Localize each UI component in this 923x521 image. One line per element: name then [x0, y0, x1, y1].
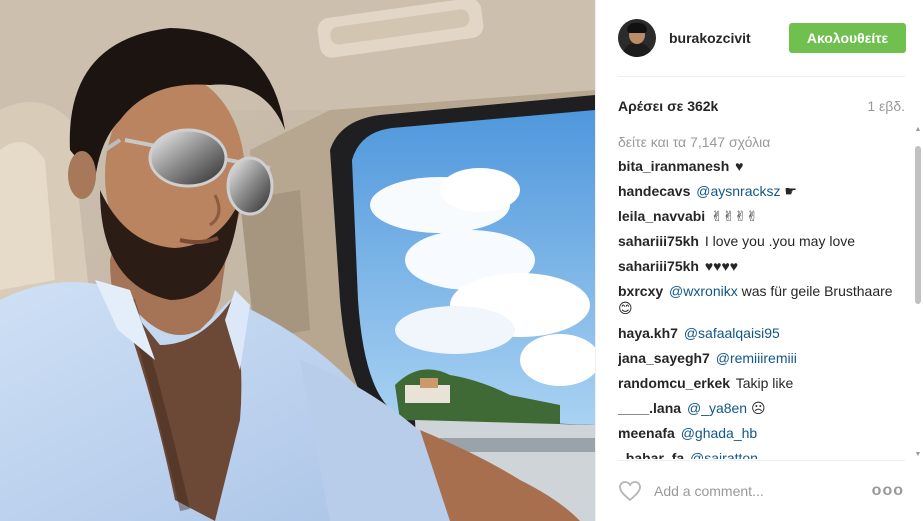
avatar[interactable] [618, 19, 656, 57]
comment-mention-link[interactable]: @_ya8en [687, 400, 747, 416]
avatar-body [623, 43, 651, 57]
comment-username[interactable]: _bahar_fa [618, 450, 684, 459]
scroll-down-arrow-icon[interactable]: ▼ [914, 451, 922, 459]
post-header: burakozcivit Ακολουθείτε [596, 0, 923, 76]
comment-text: Takip like [735, 375, 794, 391]
comment-text: ☹ [751, 400, 766, 416]
comment-mention-link[interactable]: @safaalqaisi95 [684, 325, 780, 341]
selfie-in-car-image [0, 0, 595, 521]
comment-item: haya.kh7 @safaalqaisi95 [618, 325, 905, 342]
comment-username[interactable]: bxrcxy [618, 283, 663, 299]
instagram-post-view: burakozcivit Ακολουθείτε Αρέσει σε 362k … [0, 0, 923, 521]
scrollbar-thumb[interactable] [915, 146, 921, 304]
comment-text: ✌✌✌✌ [711, 208, 758, 224]
post-username[interactable]: burakozcivit [669, 30, 789, 46]
post-timestamp[interactable]: 1 εβδ. [867, 98, 905, 114]
scroll-up-arrow-icon[interactable]: ▲ [914, 126, 922, 134]
comment-mention-link[interactable]: @ghada_hb [681, 425, 758, 441]
comment-item: sahariii75kh ♥♥♥♥ [618, 258, 905, 275]
comment-item: ____.lana @_ya8en ☹ [618, 400, 905, 417]
comment-username[interactable]: bita_iranmanesh [618, 158, 729, 174]
likes-count[interactable]: Αρέσει σε 362k [618, 98, 718, 114]
comment-username[interactable]: randomcu_erkek [618, 375, 730, 391]
comment-username[interactable]: handecavs [618, 183, 690, 199]
avatar-hair [627, 23, 647, 33]
comment-mention-link[interactable]: @aysnracksz [696, 183, 780, 199]
post-photo[interactable] [0, 0, 595, 521]
comment-username[interactable]: jana_sayegh7 [618, 350, 710, 366]
comment-username[interactable]: haya.kh7 [618, 325, 678, 341]
likes-row: Αρέσει σε 362k 1 εβδ. [618, 96, 905, 116]
comment-text: ♥ [735, 158, 744, 174]
comment-item: bxrcxy @wxronikx was für geile Brusthaar… [618, 283, 905, 317]
comment-username[interactable]: ____.lana [618, 400, 681, 416]
heart-icon[interactable] [618, 480, 642, 502]
more-options-icon[interactable]: ooo [872, 482, 904, 500]
comment-item: randomcu_erkek Takip like [618, 375, 905, 392]
comment-username[interactable]: meenafa [618, 425, 675, 441]
comments-list[interactable]: δείτε και τα 7,147 σχόλια bita_iranmanes… [618, 126, 905, 459]
comment-text: ☛ [784, 183, 797, 199]
comment-item: leila_navvabi ✌✌✌✌ [618, 208, 905, 225]
view-all-comments-link[interactable]: δείτε και τα 7,147 σχόλια [618, 134, 905, 151]
post-side-panel: burakozcivit Ακολουθείτε Αρέσει σε 362k … [595, 0, 923, 521]
comment-item: sahariii75kh I love you .you may love [618, 233, 905, 250]
comment-item: bita_iranmanesh ♥ [618, 158, 905, 175]
comment-footer: ooo [596, 461, 923, 521]
comment-item: _bahar_fa @sairatton [618, 450, 905, 459]
add-comment-input[interactable] [654, 483, 872, 499]
comment-item: meenafa @ghada_hb [618, 425, 905, 442]
following-button[interactable]: Ακολουθείτε [789, 23, 906, 53]
header-divider [618, 76, 905, 77]
comment-mention-link[interactable]: @remiiiremiii [716, 350, 797, 366]
comment-item: jana_sayegh7 @remiiiremiii [618, 350, 905, 367]
comment-username[interactable]: sahariii75kh [618, 233, 699, 249]
comment-text: ♥♥♥♥ [704, 258, 739, 274]
comment-item: handecavs @aysnracksz ☛ [618, 183, 905, 200]
comment-mention-link[interactable]: @wxronikx [669, 283, 738, 299]
comment-mention-link[interactable]: @sairatton [690, 450, 758, 459]
comment-username[interactable]: leila_navvabi [618, 208, 705, 224]
comment-username[interactable]: sahariii75kh [618, 258, 699, 274]
comment-text: I love you .you may love [704, 233, 856, 249]
